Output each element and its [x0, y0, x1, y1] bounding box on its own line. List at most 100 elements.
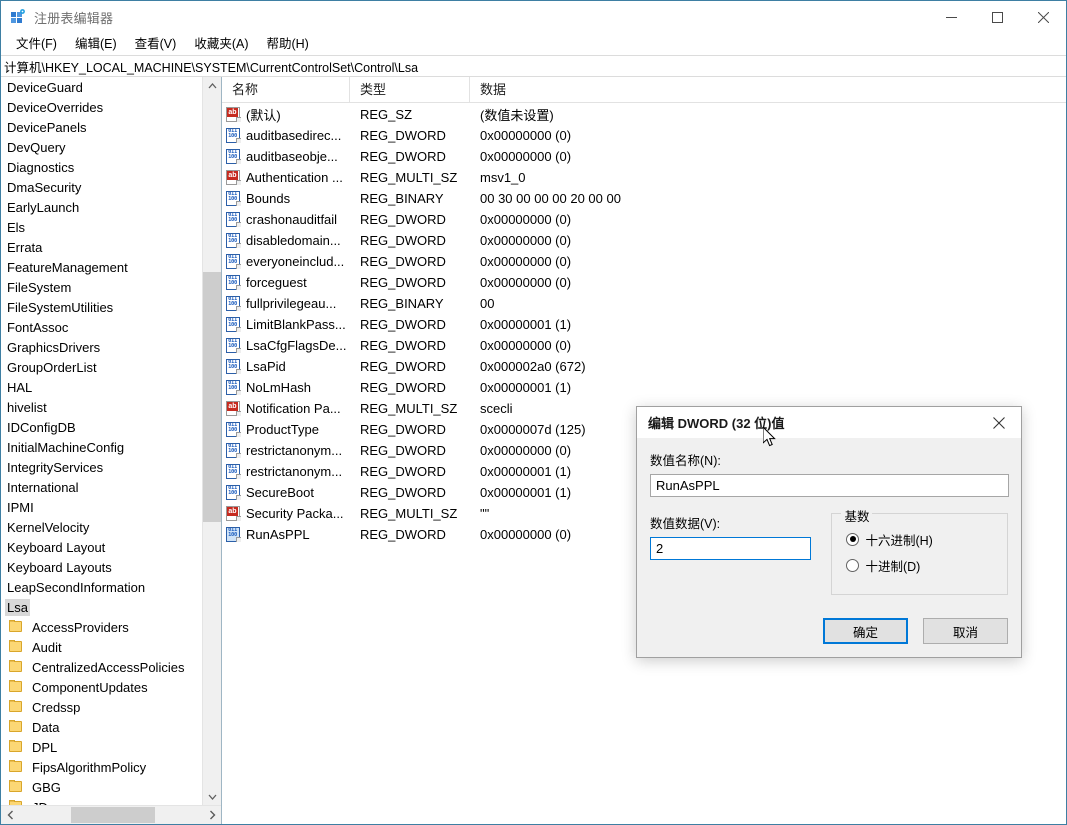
chevron-up-icon[interactable]: [203, 77, 221, 94]
folder-icon: [9, 620, 25, 634]
tree-item-hal[interactable]: HAL: [1, 377, 202, 397]
address-bar[interactable]: 计算机\HKEY_LOCAL_MACHINE\SYSTEM\CurrentCon…: [1, 55, 1066, 77]
tree-item-label: DevQuery: [5, 139, 68, 156]
binary-value-icon: 011100: [226, 254, 241, 269]
value-name-cell: 011100auditbasedirec...: [222, 128, 350, 143]
menu-item-edit[interactable]: 编辑(E): [66, 34, 126, 54]
radio-hexadecimal[interactable]: 十六进制(H): [846, 526, 1007, 552]
tree-item-data[interactable]: Data: [1, 717, 202, 737]
tree-item-grouporderlist[interactable]: GroupOrderList: [1, 357, 202, 377]
tree-item-kernelvelocity[interactable]: KernelVelocity: [1, 517, 202, 537]
ok-button[interactable]: 确定: [823, 618, 908, 644]
tree-item-label: Keyboard Layouts: [5, 559, 114, 576]
string-value-icon: ab: [226, 401, 241, 416]
tree-item-idconfigdb[interactable]: IDConfigDB: [1, 417, 202, 437]
value-data-input[interactable]: 2: [650, 537, 811, 560]
folder-icon: [9, 760, 25, 774]
tree-item-credssp[interactable]: Credssp: [1, 697, 202, 717]
tree-item-label: IntegrityServices: [5, 459, 105, 476]
minimize-icon[interactable]: [928, 1, 974, 33]
tree-scroll-thumb[interactable]: [203, 272, 221, 522]
tree-item-keyboard-layouts[interactable]: Keyboard Layouts: [1, 557, 202, 577]
tree-item-label: DmaSecurity: [5, 179, 83, 196]
tree-item-errata[interactable]: Errata: [1, 237, 202, 257]
value-name-cell: 011100LsaPid: [222, 359, 350, 374]
tree-item-fontassoc[interactable]: FontAssoc: [1, 317, 202, 337]
value-type-cell: REG_MULTI_SZ: [350, 401, 470, 416]
tree-item-jd[interactable]: JD: [1, 797, 202, 805]
value-row[interactable]: 011100NoLmHashREG_DWORD0x00000001 (1): [222, 377, 1066, 398]
tree-item-dpl[interactable]: DPL: [1, 737, 202, 757]
tree-hscroll-thumb[interactable]: [71, 807, 155, 823]
column-header-name[interactable]: 名称: [222, 77, 350, 102]
value-row[interactable]: 011100LimitBlankPass...REG_DWORD0x000000…: [222, 314, 1066, 335]
tree-item-ipmi[interactable]: IPMI: [1, 497, 202, 517]
close-icon[interactable]: [977, 407, 1021, 438]
tree-item-integrityservices[interactable]: IntegrityServices: [1, 457, 202, 477]
value-name-text: Security Packa...: [246, 506, 344, 521]
chevron-left-icon[interactable]: [1, 806, 19, 824]
folder-icon: [9, 660, 25, 674]
tree-horizontal-scrollbar[interactable]: [1, 805, 221, 824]
tree-item-leapsecondinformation[interactable]: LeapSecondInformation: [1, 577, 202, 597]
tree-item-accessproviders[interactable]: AccessProviders: [1, 617, 202, 637]
folder-icon: [9, 740, 25, 754]
value-row[interactable]: 011100everyoneinclud...REG_DWORD0x000000…: [222, 251, 1066, 272]
value-row[interactable]: 011100BoundsREG_BINARY00 30 00 00 00 20 …: [222, 188, 1066, 209]
radio-decimal-indicator[interactable]: [846, 559, 859, 572]
tree-item-hivelist[interactable]: hivelist: [1, 397, 202, 417]
tree-item-initialmachineconfig[interactable]: InitialMachineConfig: [1, 437, 202, 457]
tree-item-graphicsdrivers[interactable]: GraphicsDrivers: [1, 337, 202, 357]
tree-item-earlylaunch[interactable]: EarlyLaunch: [1, 197, 202, 217]
radio-decimal[interactable]: 十进制(D): [846, 552, 1007, 578]
value-data-cell: 0x00000000 (0): [470, 338, 1066, 353]
tree-item-filesystemutilities[interactable]: FileSystemUtilities: [1, 297, 202, 317]
chevron-down-icon[interactable]: [203, 788, 221, 805]
value-row[interactable]: 011100crashonauditfailREG_DWORD0x0000000…: [222, 209, 1066, 230]
tree-item-gbg[interactable]: GBG: [1, 777, 202, 797]
tree-item-diagnostics[interactable]: Diagnostics: [1, 157, 202, 177]
column-header-type[interactable]: 类型: [350, 77, 470, 102]
tree-item-centralizedaccesspolicies[interactable]: CentralizedAccessPolicies: [1, 657, 202, 677]
menu-item-favorites[interactable]: 收藏夹(A): [185, 34, 257, 54]
value-row[interactable]: 011100LsaCfgFlagsDe...REG_DWORD0x0000000…: [222, 335, 1066, 356]
menu-item-file[interactable]: 文件(F): [7, 34, 66, 54]
value-row[interactable]: 011100disabledomain...REG_DWORD0x0000000…: [222, 230, 1066, 251]
menu-item-help[interactable]: 帮助(H): [257, 34, 317, 54]
tree-item-keyboard-layout[interactable]: Keyboard Layout: [1, 537, 202, 557]
value-row[interactable]: 011100forceguestREG_DWORD0x00000000 (0): [222, 272, 1066, 293]
column-header-data[interactable]: 数据: [470, 77, 770, 102]
chevron-right-icon[interactable]: [203, 806, 221, 824]
value-row[interactable]: 011100LsaPidREG_DWORD0x000002a0 (672): [222, 356, 1066, 377]
tree-item-deviceoverrides[interactable]: DeviceOverrides: [1, 97, 202, 117]
tree-vertical-scrollbar[interactable]: [202, 77, 221, 805]
menu-item-view[interactable]: 查看(V): [126, 34, 186, 54]
close-icon[interactable]: [1020, 1, 1066, 33]
tree-item-componentupdates[interactable]: ComponentUpdates: [1, 677, 202, 697]
tree-item-label: FileSystem: [5, 279, 73, 296]
value-name-input[interactable]: RunAsPPL: [650, 474, 1009, 497]
tree-item-featuremanagement[interactable]: FeatureManagement: [1, 257, 202, 277]
tree-item-devquery[interactable]: DevQuery: [1, 137, 202, 157]
value-row[interactable]: abAuthentication ...REG_MULTI_SZmsv1_0: [222, 167, 1066, 188]
value-name-cell: ab(默认): [222, 105, 350, 124]
radio-hexadecimal-indicator[interactable]: [846, 533, 859, 546]
tree-item-dmasecurity[interactable]: DmaSecurity: [1, 177, 202, 197]
tree-item-deviceguard[interactable]: DeviceGuard: [1, 77, 202, 97]
value-row[interactable]: 011100fullprivilegeau...REG_BINARY00: [222, 293, 1066, 314]
tree-item-audit[interactable]: Audit: [1, 637, 202, 657]
value-row[interactable]: 011100auditbasedirec...REG_DWORD0x000000…: [222, 125, 1066, 146]
tree-item-fipsalgorithmpolicy[interactable]: FipsAlgorithmPolicy: [1, 757, 202, 777]
tree-item-filesystem[interactable]: FileSystem: [1, 277, 202, 297]
binary-value-icon: 011100: [226, 149, 241, 164]
tree-item-lsa[interactable]: Lsa: [1, 597, 202, 617]
value-row[interactable]: ab(默认)REG_SZ(数值未设置): [222, 104, 1066, 125]
value-row[interactable]: 011100auditbaseobje...REG_DWORD0x0000000…: [222, 146, 1066, 167]
tree-item-els[interactable]: Els: [1, 217, 202, 237]
maximize-icon[interactable]: [974, 1, 1020, 33]
value-name-text: Bounds: [246, 191, 290, 206]
tree-item-international[interactable]: International: [1, 477, 202, 497]
cancel-button[interactable]: 取消: [923, 618, 1008, 644]
tree-item-devicepanels[interactable]: DevicePanels: [1, 117, 202, 137]
value-type-cell: REG_DWORD: [350, 422, 470, 437]
